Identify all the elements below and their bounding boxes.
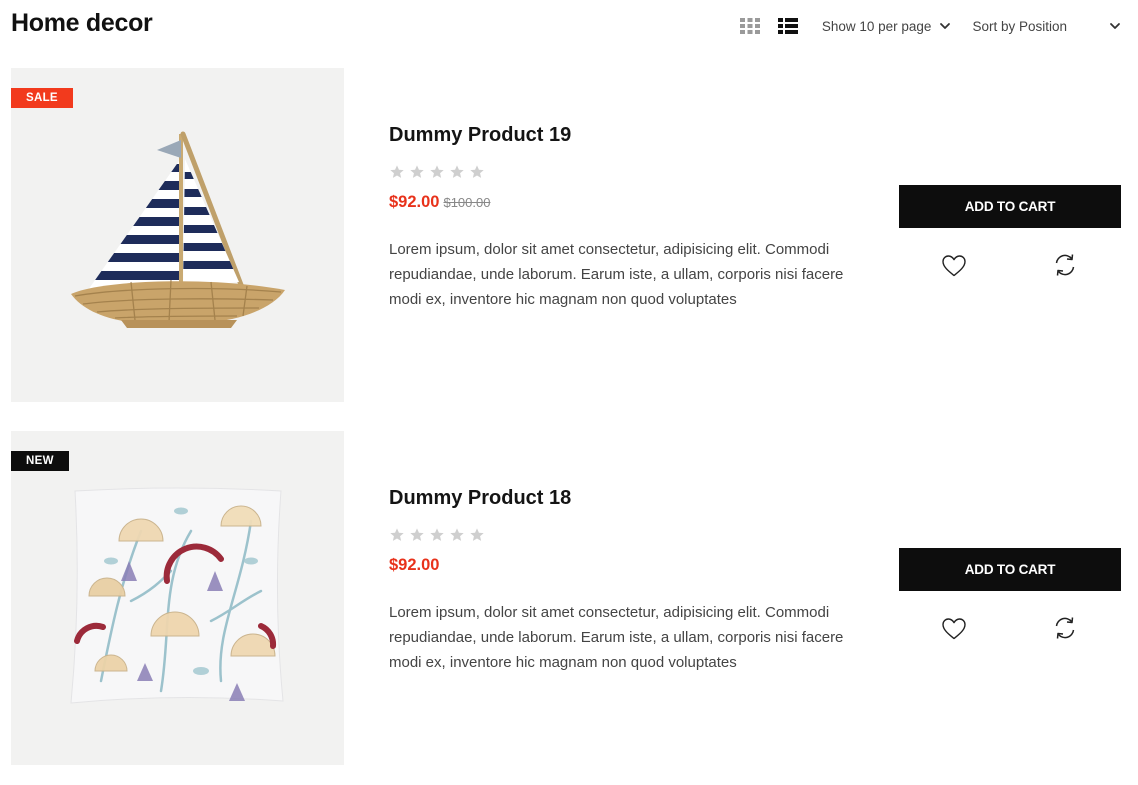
product-card: NEW Dummy Product 18 $92.00 Lorem ipsum,… [11,431,1121,765]
star-icon [409,164,425,180]
add-to-cart-button[interactable]: ADD TO CART [899,185,1121,228]
list-view-icon[interactable] [777,15,799,37]
product-image-link[interactable]: NEW [11,431,344,765]
product-card: SALE Dummy Product 19 $92.00 $100.00 Lor… [11,68,1121,402]
add-to-cart-button[interactable]: ADD TO CART [899,548,1121,591]
heart-icon[interactable] [940,252,968,280]
per-page-select[interactable]: Show 10 per page [822,19,952,34]
product-info: Dummy Product 19 $92.00 $100.00 Lorem ip… [389,124,869,312]
product-icon-row [899,615,1121,655]
compare-icon[interactable] [1052,615,1078,641]
product-rating [389,527,869,543]
heart-icon[interactable] [940,615,968,643]
sale-badge: SALE [11,88,73,108]
product-info: Dummy Product 18 $92.00 Lorem ipsum, dol… [389,487,869,675]
product-name[interactable]: Dummy Product 18 [389,487,869,510]
product-name[interactable]: Dummy Product 19 [389,124,869,147]
chevron-down-icon [939,20,951,32]
product-old-price: $100.00 [443,195,491,210]
star-icon [449,164,465,180]
price-row: $92.00 [389,556,869,575]
product-icon-row [899,252,1121,292]
sort-label: Sort by Position [972,18,1067,34]
floral-pillow-image [70,487,284,704]
price-row: $92.00 $100.00 [389,193,869,212]
grid-view-icon[interactable] [739,15,761,37]
sort-select[interactable]: Sort by Position [972,19,1121,34]
product-actions: ADD TO CART [899,185,1121,292]
star-icon [389,527,405,543]
product-description: Lorem ipsum, dolor sit amet consectetur,… [389,604,844,671]
chevron-down-icon [1109,20,1121,32]
sailboat-image [71,131,285,328]
product-actions: ADD TO CART [899,548,1121,655]
star-icon [469,527,485,543]
star-icon [469,164,485,180]
product-price: $92.00 [389,193,440,211]
page-title: Home decor [11,9,153,37]
star-icon [429,164,445,180]
toolbar: Show 10 per page Sort by Position [739,14,1121,38]
product-description: Lorem ipsum, dolor sit amet consectetur,… [389,241,844,308]
compare-icon[interactable] [1052,252,1078,278]
star-icon [449,527,465,543]
product-price: $92.00 [389,556,440,574]
star-icon [409,527,425,543]
new-badge: NEW [11,451,69,471]
star-icon [429,527,445,543]
product-rating [389,164,869,180]
star-icon [389,164,405,180]
per-page-label: Show 10 per page [821,18,932,34]
product-image-link[interactable]: SALE [11,68,344,402]
